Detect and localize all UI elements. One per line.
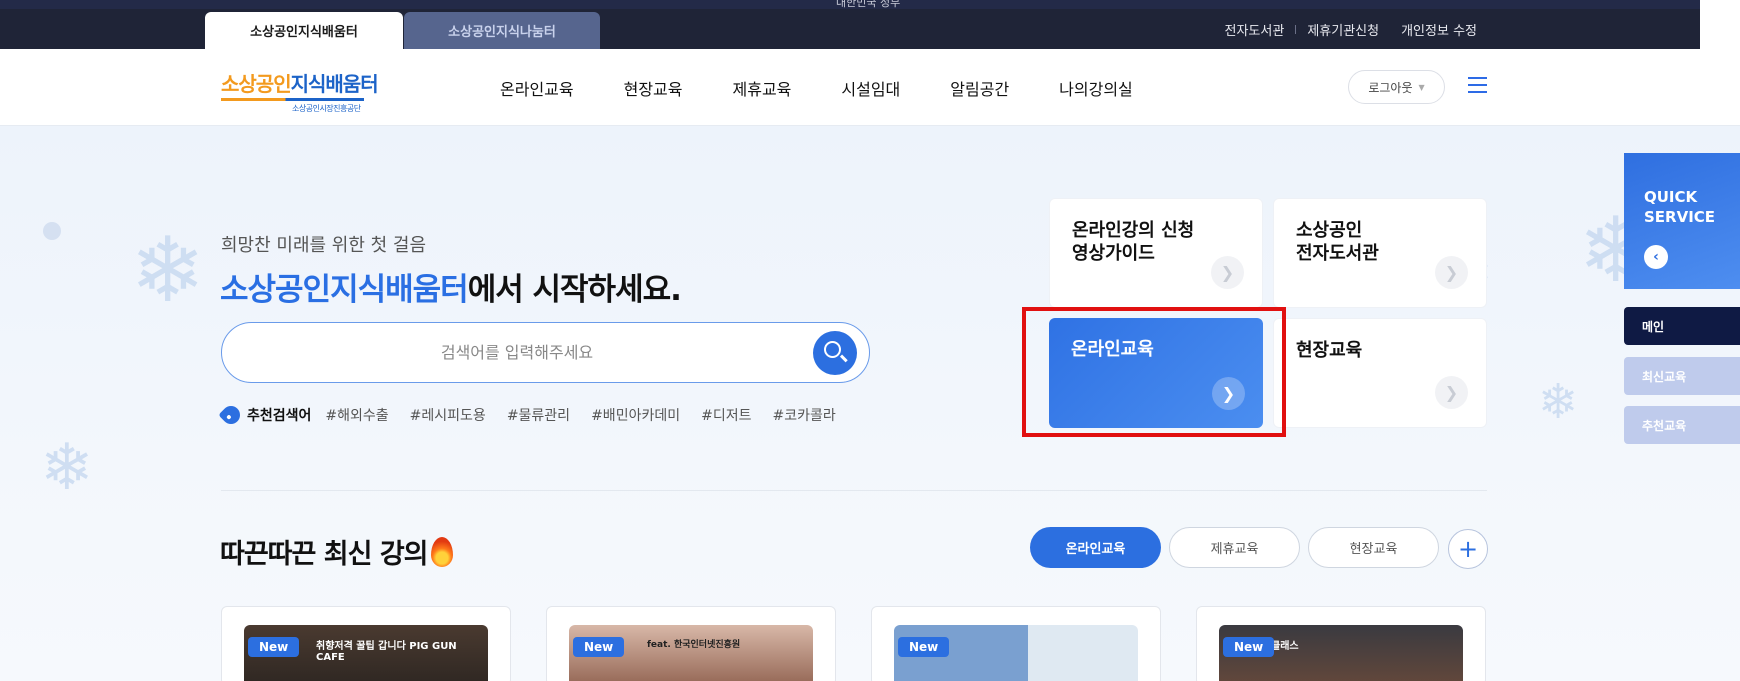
- card-video-guide[interactable]: 온라인강의 신청 영상가이드 ❯: [1049, 198, 1263, 308]
- nav-partner-education[interactable]: 제휴교육: [733, 76, 792, 100]
- search-box: [221, 322, 870, 383]
- global-nav: 온라인교육 현장교육 제휴교육 시설임대 알림공간 나의강의실: [500, 49, 1183, 126]
- link-partner-apply[interactable]: 제휴기관신청: [1296, 20, 1390, 39]
- side-menu-latest[interactable]: 최신교육: [1624, 357, 1740, 395]
- nav-notice[interactable]: 알림공간: [950, 76, 1009, 100]
- keyword-link[interactable]: #해외수출: [325, 405, 388, 425]
- nav-my-classroom[interactable]: 나의강의실: [1059, 76, 1133, 100]
- card-field-education[interactable]: 현장교육 ❯: [1273, 318, 1487, 428]
- keyword-link[interactable]: #코카콜라: [772, 405, 835, 425]
- section-divider: [221, 490, 1487, 491]
- chevron-left-icon[interactable]: ‹: [1644, 245, 1668, 269]
- side-menu-recommended[interactable]: 추천교육: [1624, 406, 1740, 444]
- filter-online[interactable]: 온라인교육: [1030, 527, 1161, 568]
- course-thumbnail: New 클래스: [1219, 625, 1463, 681]
- snowflake-icon: ❄: [130, 218, 206, 323]
- snowflake-icon: ❄: [40, 431, 94, 505]
- course-thumbnail: New feat. 한국인터넷진흥원: [569, 625, 813, 681]
- chevron-right-icon: ❯: [1211, 256, 1244, 289]
- tag-icon: [218, 402, 244, 428]
- utility-bar: 소상공인지식배움터 소상공인지식나눔터 전자도서관 제휴기관신청 개인정보 수정: [0, 0, 1740, 49]
- chevron-right-icon: ❯: [1435, 256, 1468, 289]
- main-header: 소상공인지식배움터 소상공인시장진흥공단 온라인교육 현장교육 제휴교육 시설임…: [0, 49, 1740, 126]
- course-card[interactable]: New 클래스: [1196, 606, 1486, 681]
- tab-knowledge-sharing[interactable]: 소상공인지식나눔터: [404, 12, 600, 49]
- search-button[interactable]: [813, 331, 857, 375]
- hamburger-menu-icon[interactable]: [1468, 77, 1487, 93]
- keyword-link[interactable]: #디저트: [701, 405, 751, 425]
- link-edit-profile[interactable]: 개인정보 수정: [1390, 20, 1488, 39]
- nav-field-education[interactable]: 현장교육: [624, 76, 683, 100]
- caret-down-icon: ▼: [1418, 82, 1425, 92]
- filter-partner[interactable]: 제휴교육: [1169, 527, 1300, 568]
- course-thumbnail: New 취향저격 꿀팁 갑니다 PIG GUN CAFE: [244, 625, 488, 681]
- course-card[interactable]: New 취향저격 꿀팁 갑니다 PIG GUN CAFE: [221, 606, 511, 681]
- keyword-link[interactable]: #배민아카데미: [591, 405, 680, 425]
- site-logo[interactable]: 소상공인지식배움터 소상공인시장진흥공단: [221, 68, 379, 114]
- more-plus-icon[interactable]: +: [1448, 529, 1488, 569]
- filter-field[interactable]: 현장교육: [1308, 527, 1439, 568]
- recommended-keywords: 추천검색어 #해외수출 #레시피도용 #물류관리 #배민아카데미 #디저트 #코…: [218, 402, 857, 428]
- fire-icon: [430, 536, 453, 567]
- highlight-annotation: [1022, 307, 1286, 437]
- new-badge: New: [898, 637, 950, 657]
- keyword-link[interactable]: #물류관리: [507, 405, 570, 425]
- quick-service-panel: QUICK SERVICE ‹: [1624, 153, 1740, 289]
- link-e-library[interactable]: 전자도서관: [1214, 20, 1296, 39]
- quick-service-title: QUICK SERVICE: [1644, 188, 1716, 226]
- nav-facility-rental[interactable]: 시설임대: [841, 76, 900, 100]
- snowflake-icon: ❄: [1538, 374, 1579, 430]
- hero-subheading: 희망찬 미래를 위한 첫 걸음: [221, 235, 427, 256]
- card-e-library[interactable]: 소상공인 전자도서관 ❯: [1273, 198, 1487, 308]
- keyword-link[interactable]: #레시피도용: [410, 405, 486, 425]
- utility-links: 전자도서관 제휴기관신청 개인정보 수정: [1214, 9, 1488, 49]
- chevron-right-icon: ❯: [1435, 376, 1468, 409]
- hero-heading: 소상공인지식배움터에서 시작하세요.: [220, 272, 682, 308]
- course-card[interactable]: New: [871, 606, 1161, 681]
- logo-org: 소상공인시장진흥공단: [292, 104, 361, 113]
- new-badge: New: [1223, 637, 1275, 657]
- nav-online-education[interactable]: 온라인교육: [500, 76, 574, 100]
- logout-button[interactable]: 로그아웃 ▼: [1348, 70, 1445, 104]
- latest-section-title: 따끈따끈 최신 강의: [220, 532, 453, 571]
- tab-knowledge-learning[interactable]: 소상공인지식배움터: [205, 12, 403, 49]
- search-icon: [824, 341, 841, 358]
- recommend-label: 추천검색어: [247, 408, 312, 424]
- side-menu-main[interactable]: 메인: [1624, 307, 1740, 345]
- new-badge: New: [573, 637, 625, 657]
- course-card[interactable]: New feat. 한국인터넷진흥원: [546, 606, 836, 681]
- new-badge: New: [248, 637, 300, 657]
- search-input[interactable]: [252, 323, 782, 381]
- gov-strip: 대한민국 정부: [0, 0, 1700, 9]
- course-thumbnail: New: [894, 625, 1138, 681]
